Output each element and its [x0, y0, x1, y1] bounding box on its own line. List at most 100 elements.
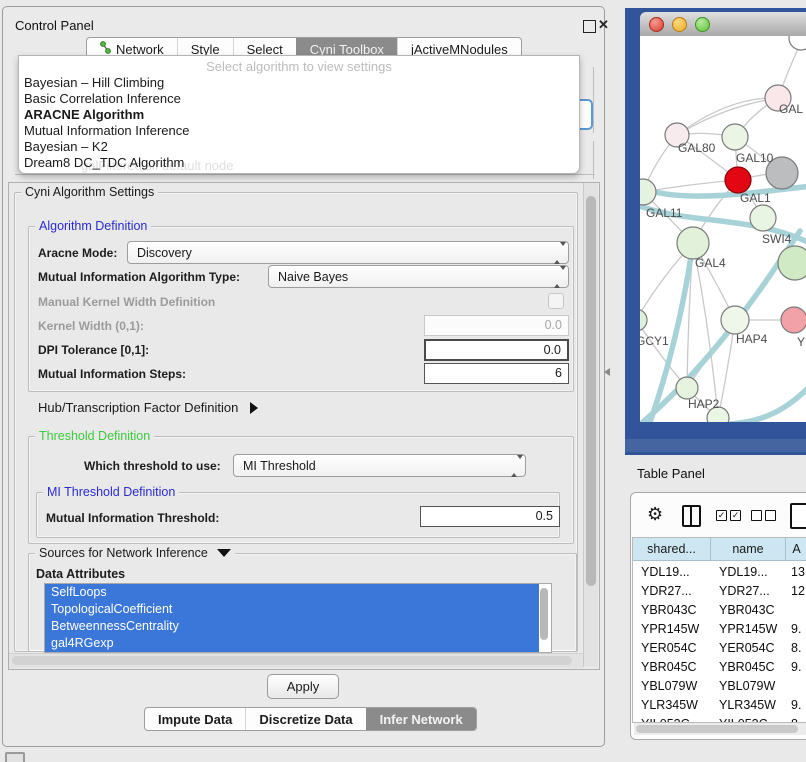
zoom-traffic-light-icon[interactable]	[695, 17, 710, 32]
data-attributes-list: SelfLoops TopologicalCoefficient Between…	[44, 583, 552, 653]
scrollbar-thumb[interactable]	[12, 656, 572, 665]
dpi-tolerance-label: DPI Tolerance [0,1]:	[38, 343, 149, 357]
table-row[interactable]: YLR345WYLR345W9.	[633, 696, 806, 715]
tab-impute-data[interactable]: Impute Data	[145, 708, 245, 730]
node-pink	[781, 307, 806, 333]
node-gcy1	[640, 309, 647, 331]
apply-button[interactable]: Apply	[267, 674, 339, 699]
node-label: GAL10	[736, 151, 773, 165]
network-canvas[interactable]: GAL GAL80 GAL10 GAL1 GAL11 SWI4 GAL4 GCY…	[640, 36, 806, 422]
column-header-name[interactable]: name	[711, 538, 786, 561]
menu-item-aracne[interactable]: ARACNE Algorithm	[24, 107, 144, 122]
minimize-traffic-light-icon[interactable]	[672, 17, 687, 32]
mi-type-select[interactable]: Naive Bayes	[268, 265, 569, 288]
deselect-all-checkbox-icon[interactable]	[765, 510, 776, 521]
table-horizontal-scrollbar[interactable]	[634, 723, 806, 735]
table-row[interactable]: YDL19...YDL19...13	[633, 563, 806, 582]
node-hap4	[721, 306, 749, 334]
hub-definition-expander[interactable]: Hub/Transcription Factor Definition	[38, 400, 258, 415]
table-row[interactable]: YIL052CYIL052C8.	[633, 715, 806, 723]
tab-discretize-data[interactable]: Discretize Data	[245, 708, 365, 730]
which-threshold-label: Which threshold to use:	[84, 459, 221, 473]
list-item[interactable]: gal4RGexp	[45, 635, 539, 652]
node-label: Y	[797, 335, 805, 349]
stepper-arrows-icon	[554, 270, 561, 283]
node-label: GAL80	[678, 141, 715, 155]
menu-item-bayesian-k2[interactable]: Bayesian – K2	[24, 139, 108, 154]
node-gal1	[725, 167, 751, 193]
scrollbar-thumb[interactable]	[636, 725, 798, 733]
nodes[interactable]	[640, 36, 806, 422]
list-item[interactable]: TopologicalCoefficient	[45, 601, 539, 618]
mi-steps-label: Mutual Information Steps:	[38, 367, 186, 381]
node-label: SWI4	[762, 232, 791, 246]
groupbox-fragment	[15, 174, 595, 175]
node-label: GAL	[779, 102, 803, 116]
menu-item-mutual-information[interactable]: Mutual Information Inference	[24, 123, 189, 138]
mi-type-label: Mutual Information Algorithm Type:	[38, 270, 240, 284]
network-window-titlebar[interactable]	[640, 12, 806, 36]
node-gal11	[640, 179, 656, 205]
collapsed-panel-icon[interactable]	[5, 752, 25, 762]
thick-edges	[640, 186, 806, 422]
select-all-checkbox-icon[interactable]: ✓	[730, 510, 741, 521]
group-title: Threshold Definition	[35, 429, 154, 443]
node-label: GAL11	[646, 206, 682, 220]
panel-title: Control Panel	[15, 18, 94, 33]
node-gal10	[722, 124, 748, 150]
expand-right-icon	[250, 402, 258, 414]
node-label: HAP2	[688, 397, 719, 411]
table-row[interactable]: YDR27...YDR27...12	[633, 582, 806, 601]
which-threshold-select[interactable]: MI Threshold	[233, 454, 526, 477]
deselect-all-checkbox-icon[interactable]	[751, 510, 762, 521]
node-big-green	[778, 246, 806, 280]
algorithm-dropdown-popup: Select algorithm to view settings galFil…	[18, 55, 580, 174]
list-item[interactable]: BetweennessCentrality	[45, 618, 539, 635]
select-all-checkbox-icon[interactable]: ✓	[716, 510, 727, 521]
menu-item-basic-correlation[interactable]: Basic Correlation Inference	[24, 91, 181, 106]
table-panel-title: Table Panel	[637, 466, 705, 481]
collapse-down-icon	[217, 549, 231, 557]
split-view-icon[interactable]	[682, 505, 701, 527]
table-row[interactable]: YER054CYER054C8.	[633, 639, 806, 658]
horizontal-scrollbar[interactable]	[9, 653, 583, 668]
aracne-mode-label: Aracne Mode:	[38, 246, 117, 260]
menu-item-bayesian-hill-climbing[interactable]: Bayesian – Hill Climbing	[24, 75, 164, 90]
node-label: GAL4	[695, 256, 726, 270]
column-header-a[interactable]: A	[786, 538, 806, 561]
table-row[interactable]: YBR045CYBR045C9.	[633, 658, 806, 677]
group-title: Cyni Algorithm Settings	[21, 185, 158, 199]
node-gal4	[677, 227, 709, 259]
tab-infer-network[interactable]: Infer Network	[366, 708, 476, 730]
splitter-collapse-icon[interactable]	[604, 368, 610, 376]
close-icon[interactable]: ✕	[598, 17, 609, 33]
scrollbar-thumb[interactable]	[586, 196, 596, 586]
dpi-tolerance-field[interactable]: 0.0	[424, 339, 569, 361]
table-row[interactable]: YBL079WYBL079W	[633, 677, 806, 696]
node-hap2	[676, 377, 698, 399]
aracne-mode-select[interactable]: Discovery	[127, 241, 569, 264]
vertical-scrollbar[interactable]	[583, 183, 598, 667]
mi-threshold-field[interactable]: 0.5	[420, 506, 560, 527]
kernel-width-field[interactable]: 0.0	[424, 315, 569, 336]
column-header-shared[interactable]: shared...	[633, 538, 711, 561]
node-table: shared... name A YDL19...YDL19...13 YDR2…	[632, 537, 806, 723]
list-item[interactable]: SelfLoops	[45, 584, 539, 601]
list-scrollbar[interactable]	[540, 588, 548, 640]
gear-icon[interactable]: ⚙	[647, 504, 663, 525]
sources-collapse-toggle[interactable]: Sources for Network Inference	[35, 546, 235, 560]
file-icon[interactable]	[790, 503, 806, 529]
group-title: MI Threshold Definition	[43, 485, 179, 499]
manual-kernel-label: Manual Kernel Width Definition	[38, 295, 215, 309]
table-row[interactable]: YPR145WYPR145W9.	[633, 620, 806, 639]
mi-steps-field[interactable]: 6	[424, 363, 569, 384]
node-label: GCY1	[640, 334, 669, 348]
stepper-arrows-icon	[554, 246, 561, 259]
network-view-window: GAL GAL80 GAL10 GAL1 GAL11 SWI4 GAL4 GCY…	[625, 8, 806, 455]
close-traffic-light-icon[interactable]	[649, 17, 664, 32]
float-window-icon[interactable]	[583, 20, 596, 33]
node-label: HAP4	[736, 332, 767, 346]
table-row[interactable]: YBR043CYBR043C	[633, 601, 806, 620]
menu-item-dream8[interactable]: Dream8 DC_TDC Algorithm	[24, 155, 184, 170]
manual-kernel-checkbox[interactable]	[548, 293, 564, 309]
